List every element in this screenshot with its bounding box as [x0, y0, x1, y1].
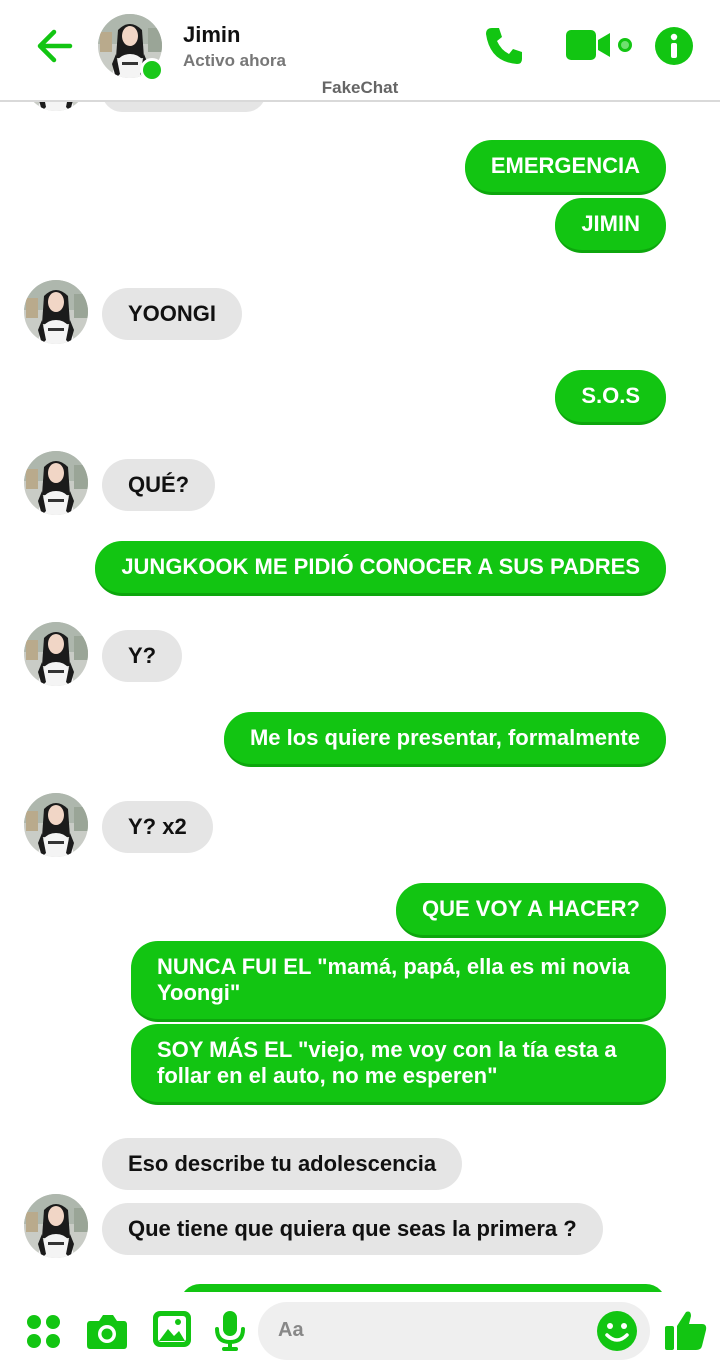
smiley-icon — [597, 1311, 637, 1351]
camera-button[interactable] — [86, 1312, 128, 1355]
message-bubble-outgoing[interactable]: QUE VOY A HACER? — [396, 883, 666, 938]
image-icon — [153, 1311, 191, 1347]
message-bubble-outgoing[interactable]: JUNGKOOK ME PIDIÓ CONOCER A SUS PADRES — [95, 541, 666, 596]
like-button[interactable] — [664, 1308, 708, 1357]
apps-button[interactable] — [26, 1314, 62, 1355]
message-bubble-outgoing[interactable]: NUNCA FUI EL "mamá, papá, ella es mi nov… — [131, 941, 666, 1022]
gallery-button[interactable] — [152, 1310, 192, 1353]
partial-message-bubble — [180, 1284, 666, 1292]
back-button[interactable] — [30, 22, 78, 70]
video-call-button[interactable] — [566, 28, 636, 67]
message-bubble-incoming[interactable]: Y? — [102, 630, 183, 682]
contact-status: Activo ahora — [183, 51, 286, 70]
contact-avatar — [24, 1194, 88, 1258]
composer-bar: Aa — [0, 1292, 720, 1369]
camera-icon — [87, 1315, 127, 1349]
message-bubble-incoming[interactable]: Eso describe tu adolescencia — [102, 1138, 463, 1190]
call-button[interactable] — [482, 24, 526, 73]
message-bubble-outgoing[interactable]: Me los quiere presentar, formalmente — [223, 712, 666, 767]
contact-avatar — [24, 280, 88, 344]
phone-icon — [486, 28, 522, 64]
message-bubble-outgoing[interactable]: JIMIN — [555, 198, 666, 253]
message-bubble-outgoing[interactable]: EMERGENCIA — [464, 140, 666, 195]
emoji-button[interactable] — [596, 1310, 638, 1357]
apps-grid-icon — [27, 1315, 60, 1348]
voice-message-button[interactable] — [214, 1310, 246, 1357]
message-bubble-outgoing[interactable]: SOY MÁS EL "viejo, me voy con la tía est… — [131, 1024, 666, 1105]
contact-avatar — [24, 793, 88, 857]
message-list[interactable]: EMERGENCIA JIMIN YOONGI S.O.S QUÉ? JUNGK… — [0, 102, 720, 1292]
arrow-left-icon — [37, 29, 73, 63]
chat-header: Jimin Activo ahora FakeChat — [0, 0, 720, 102]
message-bubble-incoming[interactable]: YOONGI — [102, 288, 243, 340]
message-input[interactable]: Aa — [258, 1302, 650, 1360]
info-button[interactable] — [654, 26, 694, 71]
contact-avatar — [24, 451, 88, 515]
info-icon — [655, 27, 693, 65]
video-camera-icon — [566, 30, 632, 60]
partial-message-bubble — [102, 102, 266, 112]
message-bubble-outgoing[interactable]: S.O.S — [555, 370, 666, 425]
message-bubble-incoming[interactable]: QUÉ? — [102, 459, 216, 511]
message-bubble-incoming[interactable]: Que tiene que quiera que seas la primera… — [102, 1203, 603, 1255]
microphone-icon — [215, 1311, 245, 1351]
contact-name[interactable]: Jimin — [183, 22, 240, 48]
app-label: FakeChat — [321, 78, 399, 97]
contact-avatar — [24, 622, 88, 686]
thumbs-up-icon — [665, 1311, 707, 1350]
contact-avatar — [24, 102, 88, 111]
message-input-placeholder: Aa — [278, 1319, 304, 1341]
message-bubble-incoming[interactable]: Y? x2 — [102, 801, 213, 853]
